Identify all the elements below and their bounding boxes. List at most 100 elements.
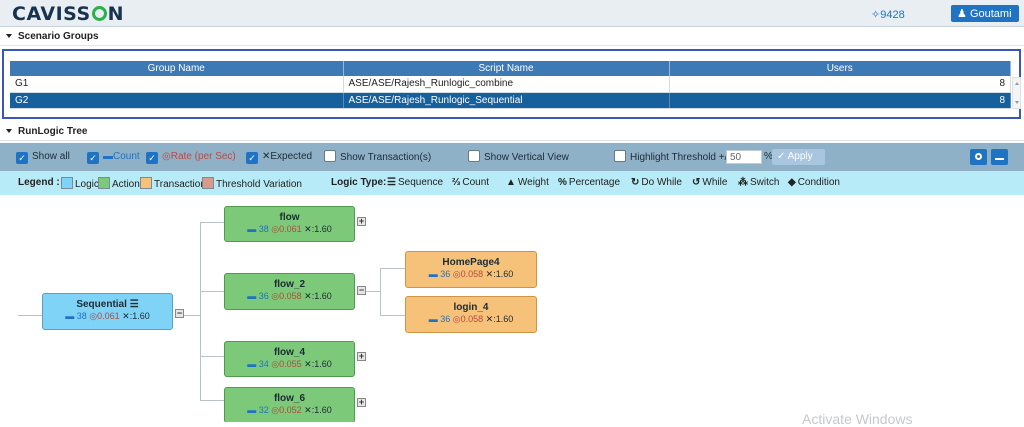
tree-node-homepage4[interactable]: HomePage4 ▬ 36 ◎0.058 ✕:1.60 (405, 251, 537, 288)
expected-icon: ✕ (122, 311, 130, 321)
checkbox-checked-icon: ✓ (16, 152, 28, 164)
tree-node-login-4[interactable]: login_4 ▬ 36 ◎0.058 ✕:1.60 (405, 296, 537, 333)
user-name: Goutami (969, 8, 1012, 20)
sequence-icon: ☰ (129, 299, 139, 310)
legend-label: Legend : (18, 177, 60, 188)
user-icon: ♟ (957, 8, 967, 20)
top-bar: CAVISS N ✧9428 ♟ Goutami (0, 0, 1024, 27)
rate-icon: ◎ (452, 269, 461, 279)
table-scrollbar[interactable] (1012, 77, 1021, 109)
group-name-cell: G1 (10, 76, 344, 93)
rate-icon: ◎ (271, 359, 280, 369)
rate-icon: ◎ (271, 291, 280, 301)
table-row-selected[interactable]: G2 ASE/ASE/Rajesh_Runlogic_Sequential 8 (10, 92, 1011, 109)
users-cell: 8 (669, 92, 1011, 109)
tree-node-flow-4[interactable]: flow_4 ▬ 34 ◎0.055 ✕:1.60 (224, 341, 355, 377)
count-icon: ▬ (247, 224, 257, 234)
scenario-groups-panel: Group Name Script Name Users G1 ASE/ASE/… (2, 49, 1021, 119)
count-icon: ▬ (247, 405, 257, 415)
collapse-icon (6, 34, 12, 38)
expected-icon: ✕ (304, 224, 312, 234)
count-icon: ▬ (103, 151, 113, 162)
runlogic-tree-canvas[interactable]: Sequential ☰ ▬ 38 ◎0.061 ✕:1.60 − flow ▬… (0, 195, 1024, 422)
show-all-checkbox[interactable]: ✓ Show all (16, 150, 70, 164)
logic-type-sequence: ☰ Sequence (387, 177, 444, 188)
script-name-cell: ASE/ASE/Rajesh_Runlogic_combine (343, 76, 670, 93)
rate-icon: ◎ (271, 224, 280, 234)
collapse-all-button[interactable] (991, 149, 1008, 165)
legend-item-transaction: Transaction (140, 177, 206, 190)
session-count-link[interactable]: ✧9428 (871, 8, 905, 21)
check-icon: ✓ (777, 151, 786, 162)
percentage-icon: % (558, 177, 567, 188)
expected-icon: ✕ (304, 405, 312, 415)
runlogic-toolbar: ✓ Show all ✓ ▬Count ✓ ◎Rate (per Sec) ✓ ✕Exp… (0, 143, 1024, 171)
tree-node-flow[interactable]: flow ▬ 38 ◎0.061 ✕:1.60 (224, 206, 355, 242)
rate-checkbox[interactable]: ✓ ◎Rate (per Sec) (146, 150, 236, 164)
legend-item-action: Action (98, 177, 140, 190)
fit-icon (975, 153, 982, 160)
activate-windows-watermark: Activate Windows (802, 411, 913, 427)
column-header-users[interactable]: Users (669, 61, 1011, 76)
weight-icon: ▲ (506, 177, 516, 188)
logic-type-percentage: % Percentage (558, 177, 621, 188)
checkbox-checked-icon: ✓ (87, 152, 99, 164)
while-icon: ↺ (692, 177, 701, 188)
count-icon: ▬ (247, 359, 257, 369)
collapse-icon (6, 129, 12, 133)
tree-node-flow-6[interactable]: flow_6 ▬ 32 ◎0.052 ✕:1.60 (224, 387, 355, 422)
column-header-script-name[interactable]: Script Name (343, 61, 670, 76)
show-vertical-view-checkbox[interactable]: Show Vertical View (468, 150, 569, 164)
rate-icon: ◎ (271, 405, 280, 415)
expected-icon: ✕ (304, 291, 312, 301)
tree-node-flow-2[interactable]: flow_2 ▬ 36 ◎0.058 ✕:1.60 (224, 273, 355, 310)
highlight-threshold-checkbox[interactable]: Highlight Threshold +/- (614, 150, 731, 164)
table-row[interactable]: G1 ASE/ASE/Rajesh_Runlogic_combine 8 (10, 76, 1011, 93)
users-cell: 8 (669, 76, 1011, 93)
checkbox-checked-icon: ✓ (146, 152, 158, 164)
rate-icon: ◎ (452, 314, 461, 324)
minus-icon (995, 158, 1004, 160)
count-icon: ▬ (65, 311, 75, 321)
expand-toggle[interactable]: + (357, 217, 366, 226)
logic-type-while: ↺ While (692, 177, 728, 188)
expand-toggle[interactable]: + (357, 398, 366, 407)
threshold-input[interactable] (726, 150, 762, 164)
scroll-down-icon[interactable] (1015, 101, 1019, 104)
count-icon: ▬ (428, 269, 438, 279)
collapse-toggle[interactable]: − (175, 309, 184, 318)
logic-type-count: ⅔ Count (452, 177, 490, 188)
script-name-cell: ASE/ASE/Rajesh_Runlogic_Sequential (343, 92, 670, 109)
do-while-icon: ↻ (631, 177, 640, 188)
fit-view-button[interactable] (970, 149, 987, 165)
apply-button[interactable]: ✓ Apply (772, 149, 825, 165)
logic-type-do-while: ↻ Do While (631, 177, 682, 188)
logic-type-label: Logic Type: (331, 177, 387, 188)
count-icon: ⅔ (452, 177, 461, 188)
tree-node-sequential[interactable]: Sequential ☰ ▬ 38 ◎0.061 ✕:1.60 (42, 293, 173, 330)
column-header-group-name[interactable]: Group Name (10, 61, 344, 76)
expected-checkbox[interactable]: ✓ ✕Expected (246, 150, 312, 164)
legend-item-logic: Logic (61, 177, 99, 190)
rate-icon: ◎ (89, 311, 98, 321)
rate-icon: ◎ (162, 151, 171, 162)
sequence-icon: ☰ (387, 177, 396, 188)
count-checkbox[interactable]: ✓ ▬Count (87, 150, 140, 164)
expand-toggle[interactable]: + (357, 352, 366, 361)
cavisson-logo[interactable]: CAVISS N (12, 3, 124, 25)
logic-type-condition: ◆ Condition (788, 177, 840, 188)
scroll-up-icon[interactable] (1015, 82, 1019, 85)
switch-icon: ⁂ (738, 177, 748, 188)
logic-type-weight: ▲ Weight (506, 177, 549, 188)
legend-item-threshold-variation: Threshold Variation (202, 177, 302, 190)
scenario-groups-header[interactable]: Scenario Groups (0, 28, 1024, 46)
runlogic-tree-header[interactable]: RunLogic Tree (0, 123, 1024, 141)
user-menu-button[interactable]: ♟ Goutami (951, 5, 1019, 22)
show-transactions-checkbox[interactable]: Show Transaction(s) (324, 150, 431, 164)
group-name-cell: G2 (10, 92, 344, 109)
expected-icon: ✕ (304, 359, 312, 369)
collapse-toggle[interactable]: − (357, 286, 366, 295)
condition-icon: ◆ (788, 177, 796, 188)
logic-type-switch: ⁂ Switch (738, 177, 780, 188)
count-icon: ▬ (247, 291, 257, 301)
